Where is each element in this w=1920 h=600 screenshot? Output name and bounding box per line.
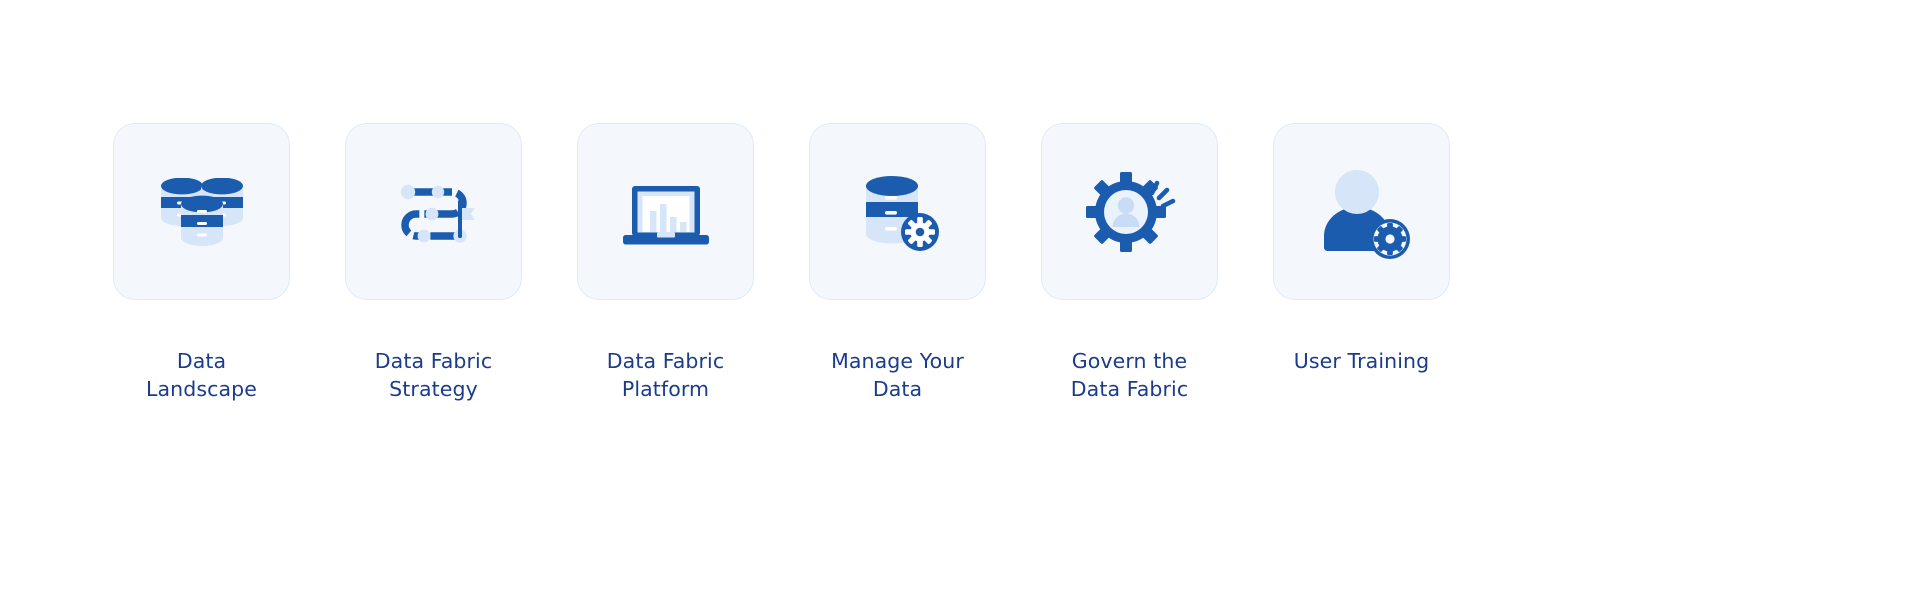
- gear-user-governance-icon: [1085, 171, 1175, 252]
- step-card-govern-the-data-fabric[interactable]: [1041, 123, 1218, 300]
- step-label-data-landscape: Data Landscape: [145, 349, 258, 401]
- database-gear-icon: [865, 175, 939, 251]
- step-govern-the-data-fabric[interactable]: Govern the Data Fabric: [1041, 123, 1218, 403]
- step-label-user-training: User Training: [1293, 349, 1430, 373]
- step-data-fabric-platform[interactable]: Data Fabric Platform: [577, 123, 754, 403]
- step-manage-your-data[interactable]: Manage Your Data: [809, 123, 986, 403]
- step-data-fabric-strategy[interactable]: Data Fabric Strategy: [345, 123, 522, 403]
- step-card-data-fabric-platform[interactable]: [577, 123, 754, 300]
- step-user-training[interactable]: User Training: [1273, 123, 1450, 375]
- step-card-data-landscape[interactable]: [113, 123, 290, 300]
- step-label-govern-the-data-fabric: Govern the Data Fabric: [1070, 349, 1189, 401]
- step-label-data-fabric-platform: Data Fabric Platform: [606, 349, 725, 401]
- step-card-data-fabric-strategy[interactable]: [345, 123, 522, 300]
- user-gear-icon: [1323, 169, 1410, 259]
- step-data-landscape[interactable]: Data Landscape: [113, 123, 290, 403]
- page-root: Data Landscape Data Fabric Strategy Data…: [0, 0, 1920, 600]
- steps-row: Data Landscape Data Fabric Strategy Data…: [113, 123, 1807, 403]
- step-label-manage-your-data: Manage Your Data: [831, 349, 964, 401]
- step-card-user-training[interactable]: [1273, 123, 1450, 300]
- database-stack-icon: [160, 177, 243, 246]
- roadmap-path-flag-icon: [400, 184, 475, 243]
- laptop-bar-chart-icon: [622, 185, 709, 244]
- step-label-data-fabric-strategy: Data Fabric Strategy: [374, 349, 493, 401]
- step-card-manage-your-data[interactable]: [809, 123, 986, 300]
